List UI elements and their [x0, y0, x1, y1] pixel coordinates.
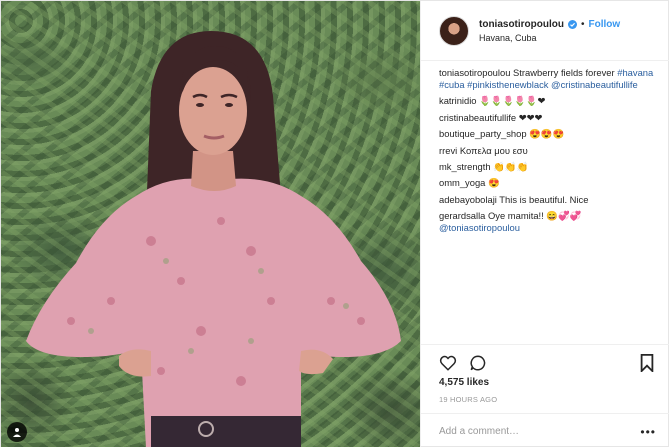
comment-text: 🌷🌷🌷🌷🌷❤: [476, 95, 546, 107]
comment-text: This is beautiful. Nice: [496, 193, 589, 205]
comment-username[interactable]: omm_yoga: [439, 177, 485, 188]
comments-list: toniasotiropoulou Strawberry fields fore…: [439, 67, 661, 239]
comment-item: adebayobolaji This is beautiful. Nice: [439, 194, 661, 206]
header-row: toniasotiropoulou • Follow: [479, 19, 620, 30]
comment-text: Oye mamita!! 😄💞💞: [485, 210, 582, 222]
comment-username[interactable]: boutique_party_shop: [439, 128, 527, 139]
comment-username[interactable]: mk_strength: [439, 161, 491, 172]
follow-button[interactable]: Follow: [589, 19, 621, 30]
comment-item: boutique_party_shop 😍😍😍: [439, 128, 661, 140]
comment-item: gerardsalla Oye mamita!! 😄💞💞 @toniasotir…: [439, 210, 661, 234]
avatar[interactable]: [439, 15, 469, 46]
comment-item: omm_yoga 😍: [439, 177, 661, 189]
header-username[interactable]: toniasotiropoulou: [479, 19, 564, 30]
add-comment-input[interactable]: [439, 425, 639, 437]
separator-dot: •: [581, 18, 585, 30]
comment-text: 👏👏👏: [490, 160, 529, 172]
action-bar: [421, 344, 669, 376]
comment-username[interactable]: rrevi: [439, 145, 457, 156]
post-side-panel: toniasotiropoulou • Follow Havana, Cuba …: [420, 1, 669, 447]
comment-mention[interactable]: @toniasotiropoulou: [439, 222, 520, 233]
likes-count[interactable]: 4,575 likes: [439, 377, 489, 388]
heart-icon[interactable]: [439, 354, 457, 372]
comment-username[interactable]: toniasotiropoulou: [439, 67, 510, 78]
add-comment-bar: [421, 413, 669, 447]
comment-username[interactable]: adebayobolaji: [439, 194, 497, 205]
comment-item: rrevi Κοπελα μου εσυ: [439, 145, 661, 157]
comment-text: ❤❤❤: [516, 111, 543, 123]
comment-username[interactable]: katrinidio: [439, 95, 477, 106]
comment-item: mk_strength 👏👏👏: [439, 161, 661, 173]
post-photo[interactable]: [1, 1, 420, 447]
comment-item: katrinidio 🌷🌷🌷🌷🌷❤: [439, 95, 661, 107]
post-header: toniasotiropoulou • Follow Havana, Cuba: [421, 1, 669, 61]
comment-text: 😍: [485, 177, 500, 189]
location-link[interactable]: Havana, Cuba: [479, 33, 620, 43]
comment-item: cristinabeautifullife ❤❤❤: [439, 112, 661, 124]
comment-text: 😍😍😍: [526, 128, 565, 140]
comment-username[interactable]: cristinabeautifullife: [439, 112, 516, 123]
comment-icon[interactable]: [469, 354, 487, 372]
bookmark-icon[interactable]: [638, 354, 656, 372]
photo-tint: [1, 1, 420, 447]
user-tag-icon[interactable]: [7, 422, 27, 442]
instagram-post: toniasotiropoulou • Follow Havana, Cuba …: [0, 0, 669, 447]
verified-badge-icon: [568, 19, 577, 29]
post-timestamp[interactable]: 19 HOURS AGO: [439, 395, 497, 404]
header-text: toniasotiropoulou • Follow Havana, Cuba: [479, 19, 620, 43]
comment-text: Strawberry fields forever: [510, 67, 618, 78]
more-options-button[interactable]: •••: [640, 425, 656, 439]
comment-username[interactable]: gerardsalla: [439, 210, 485, 221]
comment-text: Κοπελα μου εσυ: [457, 144, 528, 156]
comment-item: toniasotiropoulou Strawberry fields fore…: [439, 67, 661, 91]
